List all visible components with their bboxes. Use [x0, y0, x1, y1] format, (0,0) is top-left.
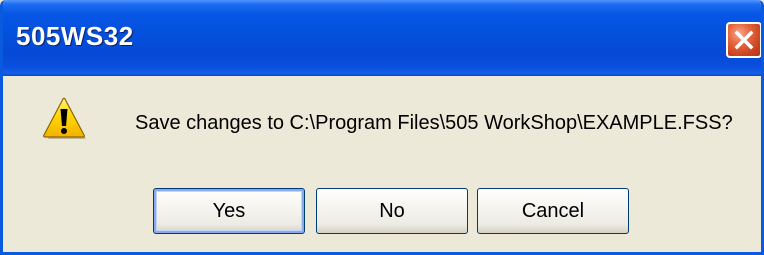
dialog-content: Save changes to C:\Program Files\505 Wor… [3, 76, 761, 252]
dialog-title: 505WS32 [16, 21, 134, 51]
no-button[interactable]: No [316, 188, 468, 234]
close-icon [734, 30, 754, 50]
title-bar[interactable]: 505WS32 [3, 0, 761, 76]
cancel-button[interactable]: Cancel [477, 188, 629, 234]
yes-button-label: Yes [212, 199, 246, 222]
no-button-label: No [379, 199, 405, 222]
yes-button[interactable]: Yes [153, 188, 305, 234]
close-button[interactable] [726, 22, 761, 58]
dialog-window: 505WS32 Save changes to C:\Program Files… [0, 0, 764, 255]
dialog-message: Save changes to C:\Program Files\505 Wor… [135, 112, 733, 134]
warning-icon [43, 97, 86, 139]
cancel-button-label: Cancel [521, 199, 585, 222]
